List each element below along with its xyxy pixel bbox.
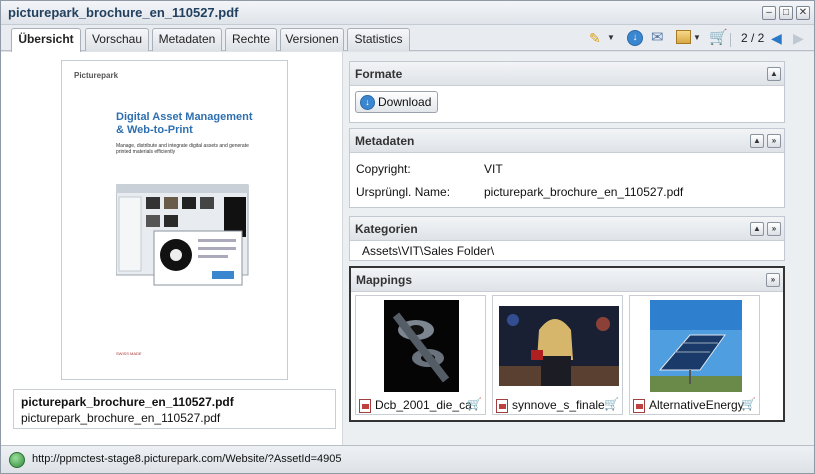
preview-screenshot-image [116,184,249,286]
globe-icon [9,452,25,468]
formate-panel: Formate ▲ ↓ Download [349,61,785,123]
file-title: picturepark_brochure_en_110527.pdf [21,395,234,409]
expand-double-arrow-icon[interactable]: » [767,134,781,148]
document-preview[interactable]: Picturepark Digital Asset Management & W… [61,60,288,380]
details-pane: Formate ▲ ↓ Download Metadaten ▲ » Copyri… [343,52,814,445]
download-button-label: Download [378,95,432,109]
tab-vorschau[interactable]: Vorschau [85,28,149,51]
pencil-icon[interactable]: ✎ [589,29,601,47]
tab-uebersicht[interactable]: Übersicht [11,28,81,52]
preview-brand: Picturepark [74,71,119,80]
metadata-value-original-name: picturepark_brochure_en_110527.pdf [484,185,684,199]
category-path[interactable]: Assets\VIT\Sales Folder\ [362,244,494,258]
pdf-file-icon [359,398,371,413]
add-to-cart-icon[interactable]: 🛒 [741,397,757,411]
next-arrow-icon: ▶ [793,30,804,46]
mappings-panel: Mappings » Dcb_2001_die_ca 🛒 synnove_s_f… [349,266,785,422]
preview-subline: Manage, distribute and integrate digital… [116,143,249,155]
expand-double-arrow-icon[interactable]: » [767,222,781,236]
pdf-file-icon [633,398,645,413]
pager-label: 2 / 2 [741,31,765,45]
mapping-thumbnail [499,306,619,386]
add-to-cart-icon[interactable]: 🛒 [467,397,483,411]
mapping-card[interactable]: AlternativeEnergy 🛒 [629,295,760,415]
cart-icon[interactable]: 🛒 [709,29,728,47]
expand-double-arrow-icon[interactable]: » [766,273,780,287]
mappings-panel-header: Mappings » [351,268,783,292]
maximize-button[interactable]: □ [779,6,793,20]
preview-footer: SWISS MADE [116,351,142,356]
formate-panel-title: Formate [355,67,403,81]
tab-statistics[interactable]: Statistics [347,28,410,51]
download-icon[interactable]: ↓ [627,30,643,46]
add-to-cart-icon[interactable]: 🛒 [604,397,620,411]
window-title: picturepark_brochure_en_110527.pdf [8,5,239,20]
mapping-thumbnail [384,300,459,392]
metadata-label-copyright: Copyright: [356,162,411,176]
collapse-icon[interactable]: ▲ [750,134,764,148]
content-area: Picturepark Digital Asset Management & W… [1,52,814,445]
collapse-icon[interactable]: ▲ [750,222,764,236]
download-button[interactable]: ↓ Download [355,91,439,113]
tab-versionen[interactable]: Versionen [280,28,344,51]
collapse-icon[interactable]: ▲ [767,67,781,81]
minimize-button[interactable]: – [762,6,776,20]
mapping-card[interactable]: synnove_s_finale 🛒 [492,295,623,415]
tab-metadaten[interactable]: Metadaten [152,28,222,51]
close-button[interactable]: ✕ [796,6,810,20]
formate-panel-header: Formate ▲ [350,62,784,86]
status-url[interactable]: http://ppmctest-stage8.picturepark.com/W… [32,453,342,465]
mapping-card[interactable]: Dcb_2001_die_ca 🛒 [355,295,486,415]
kategorien-panel-title: Kategorien [355,222,418,236]
preview-pane: Picturepark Digital Asset Management & W… [1,52,343,445]
status-bar: http://ppmctest-stage8.picturepark.com/W… [1,445,814,473]
toolbar-divider [730,33,731,47]
asset-window: picturepark_brochure_en_110527.pdf – □ ✕… [0,0,815,474]
kategorien-panel: Kategorien ▲ » Assets\VIT\Sales Folder\ [349,216,785,261]
metadaten-panel-header: Metadaten ▲ » [350,129,784,153]
mapping-label: synnove_s_finale [496,397,605,413]
pdf-file-icon [496,398,508,413]
metadaten-panel-title: Metadaten [355,134,415,148]
metadata-value-copyright: VIT [484,162,503,176]
file-info-box: picturepark_brochure_en_110527.pdf pictu… [13,389,336,429]
kategorien-panel-header: Kategorien ▲ » [350,217,784,241]
file-name: picturepark_brochure_en_110527.pdf [21,411,221,425]
mapping-label: AlternativeEnergy [633,397,744,413]
pencil-dropdown-arrow-icon[interactable]: ▼ [607,29,615,47]
metadaten-panel: Metadaten ▲ » Copyright: VIT Ursprüngl. … [349,128,785,208]
tab-bar: Übersicht Vorschau Metadaten Rechte Vers… [1,25,814,52]
download-arrow-icon: ↓ [360,95,375,111]
box-dropdown-arrow-icon[interactable]: ▼ [693,29,701,47]
mappings-panel-title: Mappings [356,273,412,287]
title-bar: picturepark_brochure_en_110527.pdf – □ ✕ [1,1,814,25]
tab-rechte[interactable]: Rechte [225,28,277,51]
mail-icon[interactable]: ✉ [651,29,664,47]
box-icon[interactable] [676,30,691,44]
preview-headline: Digital Asset Management & Web-to-Print [116,111,253,136]
metadata-label-original-name: Ursprüngl. Name: [356,185,451,199]
mapping-label: Dcb_2001_die_ca [359,397,472,413]
previous-arrow-icon[interactable]: ◀ [771,29,782,47]
mapping-thumbnail [650,300,742,392]
